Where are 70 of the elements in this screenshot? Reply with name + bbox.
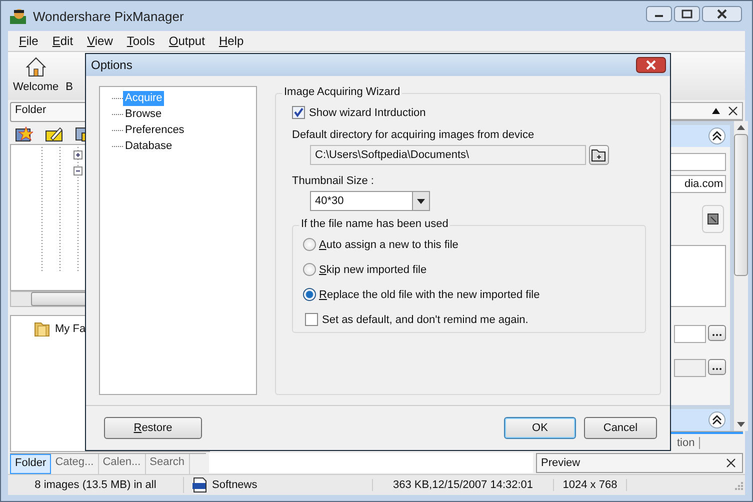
tree-item[interactable]: Database xyxy=(123,138,174,154)
input-field[interactable] xyxy=(670,153,726,171)
directory-field[interactable]: C:\Users\Softpedia\Documents\ xyxy=(310,145,586,165)
status-text: 8 images (13.5 MB) in all xyxy=(34,479,158,491)
radio-label: Auto assign a new to this file xyxy=(319,238,458,250)
tree-item[interactable]: Browse xyxy=(123,106,164,122)
input-field[interactable] xyxy=(674,359,706,377)
dropdown-arrow-icon xyxy=(417,198,425,204)
input-field[interactable] xyxy=(674,325,706,343)
collapse-icon[interactable] xyxy=(708,127,726,145)
close-icon[interactable] xyxy=(728,106,738,116)
window-title: Wondershare PixManager xyxy=(33,8,185,24)
radio-button[interactable] xyxy=(303,238,316,251)
folder-icon xyxy=(591,148,607,162)
field-label: Thumbnail Size : xyxy=(292,175,375,187)
dialog-title: Options xyxy=(91,58,132,72)
folder-star-icon[interactable] xyxy=(15,126,33,142)
browse-folder-button[interactable] xyxy=(589,145,609,165)
checkbox-label: Set as default, and don't remind me again. xyxy=(322,314,528,326)
input-field[interactable]: dia.com xyxy=(670,175,726,193)
toolbar-button[interactable]: Welcome xyxy=(10,54,62,95)
resize-grip-icon xyxy=(733,480,743,490)
checkbox[interactable] xyxy=(305,313,318,326)
menu-item[interactable]: Edit xyxy=(45,34,80,48)
radio-label: Replace the old file with the new imported file xyxy=(319,288,540,300)
radio-button[interactable] xyxy=(303,263,316,276)
folder-icon xyxy=(33,320,51,338)
close-button[interactable] xyxy=(636,57,666,73)
menu-item[interactable]: File xyxy=(12,34,46,48)
app-logo-icon xyxy=(9,7,27,25)
tree-item[interactable]: My Fa xyxy=(55,322,86,335)
browse-button[interactable] xyxy=(708,359,726,375)
maximize-button[interactable] xyxy=(674,6,700,22)
checkbox[interactable] xyxy=(292,106,305,119)
panel-tab[interactable]: Folder xyxy=(10,454,52,474)
thumbnail-size-dropdown[interactable]: 40*30 xyxy=(310,191,430,211)
group-title: If the file name has been used xyxy=(299,218,450,230)
jpg-file-icon xyxy=(192,477,208,493)
rename-icon[interactable] xyxy=(45,126,63,142)
close-icon[interactable] xyxy=(726,458,736,468)
status-text: 1024 x 768 xyxy=(553,479,627,491)
collapse-icon[interactable] xyxy=(708,411,726,429)
status-text: Softnews xyxy=(212,479,258,491)
menu-item[interactable]: View xyxy=(80,34,120,48)
dialog-button[interactable]: Restore xyxy=(104,417,202,439)
scroll-down-icon xyxy=(737,422,745,427)
radio-label: Skip new imported file xyxy=(319,264,427,276)
pin-icon[interactable] xyxy=(711,107,721,115)
dialog-button[interactable]: Cancel xyxy=(584,417,657,439)
dialog-button[interactable]: OK xyxy=(504,417,576,439)
menu-item[interactable]: Tools xyxy=(120,34,162,48)
radio-button[interactable] xyxy=(303,288,316,301)
close-button[interactable] xyxy=(702,6,742,22)
minimize-button[interactable] xyxy=(646,6,672,22)
ellipsis-icon xyxy=(712,367,722,371)
panel-title: Preview xyxy=(541,457,580,469)
status-text: 363 KB,12/15/2007 14:32:01 xyxy=(372,479,553,491)
scroll-up-icon xyxy=(737,125,745,130)
ellipsis-icon xyxy=(712,333,722,337)
effect-button[interactable] xyxy=(702,205,724,233)
vertical-scrollbar[interactable] xyxy=(734,121,748,431)
menu-item[interactable]: Help xyxy=(212,34,251,48)
field-label: Default directory for acquiring images from device xyxy=(292,129,536,141)
checkbox-label: Show wizard Intrduction xyxy=(309,106,426,118)
group-title: Image Acquiring Wizard xyxy=(282,86,402,98)
tree-item[interactable]: Preferences xyxy=(123,122,186,138)
browse-button[interactable] xyxy=(708,325,726,341)
menu-item[interactable]: Output xyxy=(162,34,212,48)
toolbar-button[interactable]: B xyxy=(66,54,73,95)
home-icon xyxy=(24,56,47,78)
